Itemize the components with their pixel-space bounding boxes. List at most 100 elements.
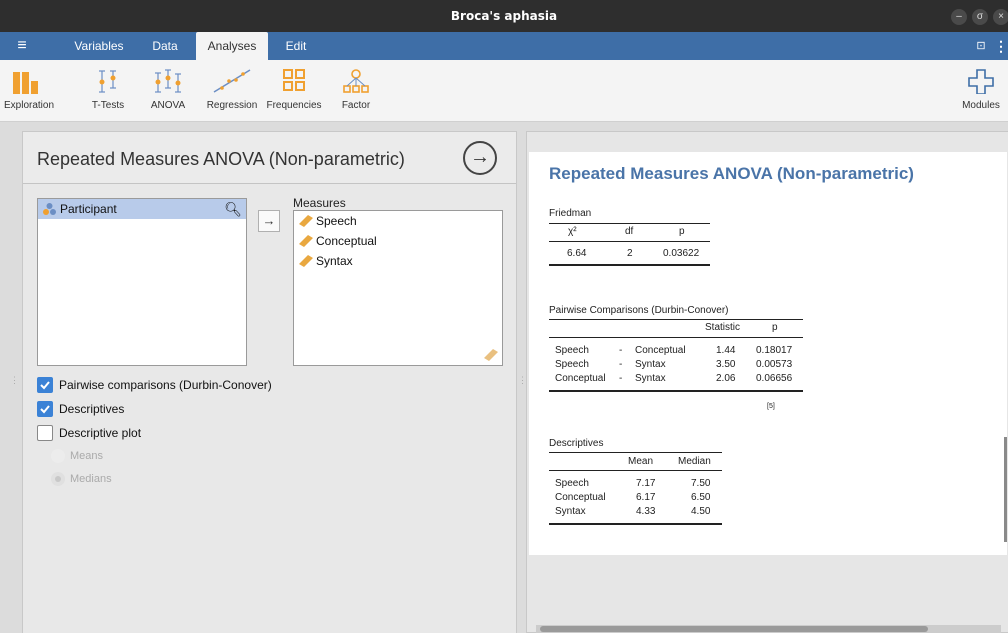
table-cell: - [619, 373, 623, 384]
exploration-button[interactable]: Exploration [4, 68, 55, 118]
measure-name: Speech [316, 214, 357, 228]
anova-label: ANOVA [150, 100, 186, 111]
options-title: Repeated Measures ANOVA (Non-parametric) [37, 149, 405, 169]
scrollbar-thumb[interactable] [540, 626, 928, 632]
table-cell: Speech [555, 478, 589, 489]
more-options-icon[interactable]: ⋮ [994, 32, 1008, 60]
table-cell: Speech [555, 345, 589, 356]
table-cell: 4.50 [691, 506, 711, 517]
checkmark-icon [40, 405, 50, 414]
anova-button[interactable]: ANOVA [148, 68, 188, 118]
variable-name: Participant [60, 202, 117, 216]
results-mode-icon[interactable]: ⊡ [974, 32, 988, 60]
reference-note[interactable]: [5] [767, 403, 775, 410]
list-item[interactable]: Syntax [294, 251, 502, 271]
anova-icon [155, 69, 181, 93]
tab-variables[interactable]: Variables [66, 32, 132, 60]
table-cell: Syntax [635, 373, 666, 384]
table-header: χ² [568, 226, 577, 237]
measures-label: Measures [293, 196, 346, 210]
table-header: Statistic [705, 322, 741, 333]
table-cell: 3.50 [716, 359, 736, 370]
close-options-arrow-icon[interactable]: → [463, 141, 497, 175]
table-cell: 7.50 [691, 478, 711, 489]
table-cell: 6.64 [567, 248, 587, 259]
panel-splitter-left[interactable]: ⋮ [10, 375, 19, 386]
table-cell: 1.44 [716, 345, 736, 356]
nominal-variable-icon [43, 203, 56, 215]
ruler-icon [299, 255, 313, 267]
ruler-icon [484, 349, 498, 361]
table-header: p [772, 322, 778, 333]
restore-icon[interactable]: σ [972, 9, 988, 25]
table-cell: 0.00573 [756, 359, 793, 370]
t-tests-icon [99, 70, 116, 93]
results-vertical-scrollbar[interactable] [1004, 437, 1007, 542]
source-variables-list[interactable]: Participant 🔍︎ [37, 198, 247, 366]
move-variable-button[interactable]: → [258, 210, 280, 232]
table-cell: - [619, 345, 623, 356]
descriptive-plot-label: Descriptive plot [59, 426, 142, 440]
results-panel: Repeated Measures ANOVA (Non-parametric)… [526, 131, 1008, 633]
list-item[interactable]: Participant 🔍︎ [38, 199, 246, 219]
table-cell: Conceptual [555, 373, 606, 384]
tab-edit[interactable]: Edit [272, 32, 320, 60]
frequencies-icon [283, 69, 305, 91]
means-label: Means [70, 450, 104, 462]
table-cell: 2 [627, 248, 633, 259]
measures-list[interactable]: Speech Conceptual Syntax [293, 210, 503, 366]
table-cell: - [619, 359, 623, 370]
table-cell: 0.06656 [756, 373, 793, 384]
close-icon[interactable]: × [993, 9, 1008, 25]
frequencies-label: Frequencies [266, 100, 322, 111]
options-panel: Repeated Measures ANOVA (Non-parametric)… [22, 131, 517, 633]
menu-bar: ≡ Variables Data Analyses Edit ⊡ ⋮ [0, 32, 1008, 60]
medians-radio[interactable] [51, 472, 65, 486]
exploration-label: Exploration [4, 100, 55, 111]
minimize-icon[interactable]: – [951, 9, 967, 25]
results-title: Repeated Measures ANOVA (Non-parametric) [549, 164, 914, 183]
table-header: Mean [628, 456, 654, 467]
list-item[interactable]: Speech [294, 211, 502, 231]
table-cell: 0.18017 [756, 345, 793, 356]
table-cell: 6.50 [691, 492, 711, 503]
table-cell: Syntax [635, 359, 666, 370]
hamburger-menu-icon[interactable]: ≡ [12, 32, 32, 60]
table-header: Median [678, 456, 711, 467]
list-item[interactable]: Conceptual [294, 231, 502, 251]
table-cell: Speech [555, 359, 589, 370]
descriptive-plot-checkbox[interactable] [37, 425, 53, 441]
table-cell: 6.17 [636, 492, 656, 503]
measure-name: Conceptual [316, 234, 377, 248]
table-cell: 2.06 [716, 373, 736, 384]
tab-analyses[interactable]: Analyses [196, 32, 268, 60]
plus-icon [968, 69, 994, 94]
table-header: p [679, 226, 685, 237]
friedman-caption: Friedman [549, 208, 592, 219]
ruler-icon [299, 215, 313, 227]
means-radio[interactable] [51, 449, 65, 463]
frequencies-button[interactable]: Frequencies [266, 68, 322, 118]
descriptives-caption: Descriptives [549, 438, 604, 449]
window-titlebar: Broca's aphasia – σ × [0, 0, 1008, 32]
table-cell: Conceptual [555, 492, 606, 503]
tab-data[interactable]: Data [140, 32, 190, 60]
search-icon[interactable]: 🔍︎ [224, 199, 242, 219]
t-tests-button[interactable]: T-Tests [88, 68, 128, 118]
table-header: df [625, 226, 634, 237]
measure-name: Syntax [316, 254, 353, 268]
pairwise-label: Pairwise comparisons (Durbin-Conover) [59, 378, 272, 392]
table-cell: 0.03622 [663, 248, 700, 259]
descriptives-checkbox[interactable] [37, 401, 53, 417]
pairwise-checkbox[interactable] [37, 377, 53, 393]
modules-button[interactable]: Modules [958, 68, 1004, 118]
modules-label: Modules [962, 100, 1000, 111]
factor-button[interactable]: Factor [336, 68, 376, 118]
results-output: Repeated Measures ANOVA (Non-parametric)… [529, 152, 1007, 555]
descriptives-label: Descriptives [59, 402, 125, 416]
t-tests-label: T-Tests [91, 100, 125, 111]
pairwise-caption: Pairwise Comparisons (Durbin-Conover) [549, 305, 729, 316]
regression-button[interactable]: Regression [204, 68, 260, 118]
factor-icon [343, 69, 369, 93]
regression-label: Regression [206, 100, 258, 111]
